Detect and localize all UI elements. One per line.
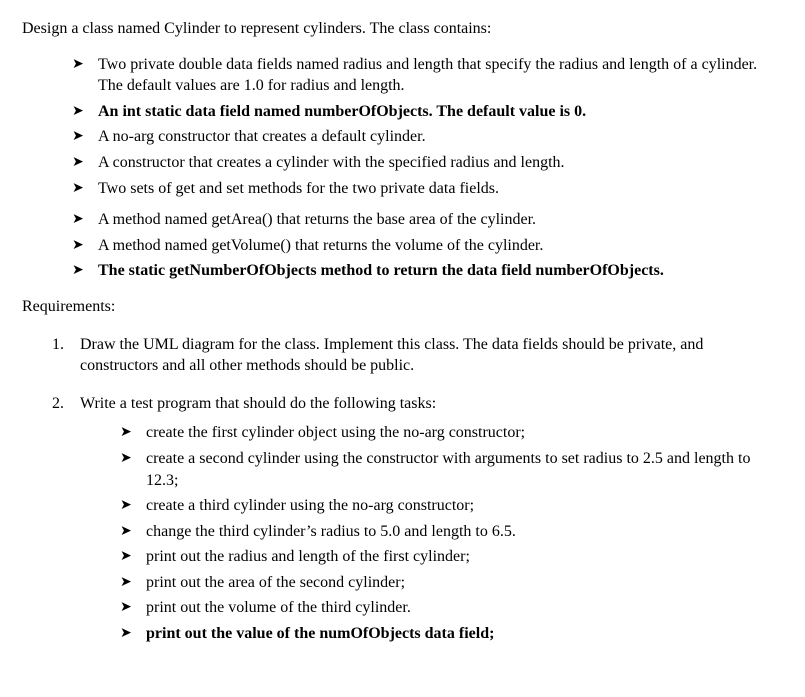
spec-text: Two private double data fields named rad…: [98, 56, 757, 95]
req-number: 2.: [52, 393, 64, 415]
task-item: print out the area of the second cylinde…: [120, 572, 783, 594]
task-item: create the first cylinder object using t…: [120, 422, 783, 444]
spec-item: A no-arg constructor that creates a defa…: [72, 126, 783, 148]
requirements-heading: Requirements:: [22, 296, 783, 318]
spec-item: The static getNumberOfObjects method to …: [72, 260, 783, 282]
task-item: print out the radius and length of the f…: [120, 546, 783, 568]
spec-item: A method named getArea() that returns th…: [72, 209, 783, 231]
requirement-item: 2. Write a test program that should do t…: [52, 393, 783, 645]
spec-item: An int static data field named numberOfO…: [72, 101, 783, 123]
spec-text: A constructor that creates a cylinder wi…: [98, 154, 565, 171]
req-number: 1.: [52, 334, 64, 356]
task-item: print out the volume of the third cylind…: [120, 597, 783, 619]
task-text: print out the value of the numOfObjects …: [146, 625, 494, 642]
task-text: print out the area of the second cylinde…: [146, 574, 405, 591]
spec-item: Two private double data fields named rad…: [72, 54, 783, 97]
spec-text: A no-arg constructor that creates a defa…: [98, 128, 426, 145]
spec-text: A method named getArea() that returns th…: [98, 211, 536, 228]
intro-line: Design a class named Cylinder to represe…: [22, 18, 783, 40]
task-text: change the third cylinder’s radius to 5.…: [146, 523, 516, 540]
requirement-item: 1. Draw the UML diagram for the class. I…: [52, 334, 783, 377]
task-item: print out the value of the numOfObjects …: [120, 623, 783, 645]
task-text: create a second cylinder using the const…: [146, 450, 750, 489]
spec-text: Two sets of get and set methods for the …: [98, 180, 499, 197]
task-text: create a third cylinder using the no-arg…: [146, 497, 474, 514]
task-text: create the first cylinder object using t…: [146, 424, 525, 441]
task-text: print out the radius and length of the f…: [146, 548, 470, 565]
requirements-list: 1. Draw the UML diagram for the class. I…: [52, 334, 783, 645]
task-item: create a second cylinder using the const…: [120, 448, 783, 491]
req-text: Write a test program that should do the …: [80, 395, 436, 412]
spec-item: Two sets of get and set methods for the …: [72, 178, 783, 200]
spec-list: Two private double data fields named rad…: [72, 54, 783, 282]
spec-text: The static getNumberOfObjects method to …: [98, 262, 664, 279]
task-item: change the third cylinder’s radius to 5.…: [120, 521, 783, 543]
req-text: Draw the UML diagram for the class. Impl…: [80, 336, 703, 375]
spec-text: An int static data field named numberOfO…: [98, 103, 586, 120]
spec-item: A method named getVolume() that returns …: [72, 235, 783, 257]
spec-text: A method named getVolume() that returns …: [98, 237, 543, 254]
task-item: create a third cylinder using the no-arg…: [120, 495, 783, 517]
task-list: create the first cylinder object using t…: [120, 422, 783, 644]
task-text: print out the volume of the third cylind…: [146, 599, 411, 616]
spec-item: A constructor that creates a cylinder wi…: [72, 152, 783, 174]
